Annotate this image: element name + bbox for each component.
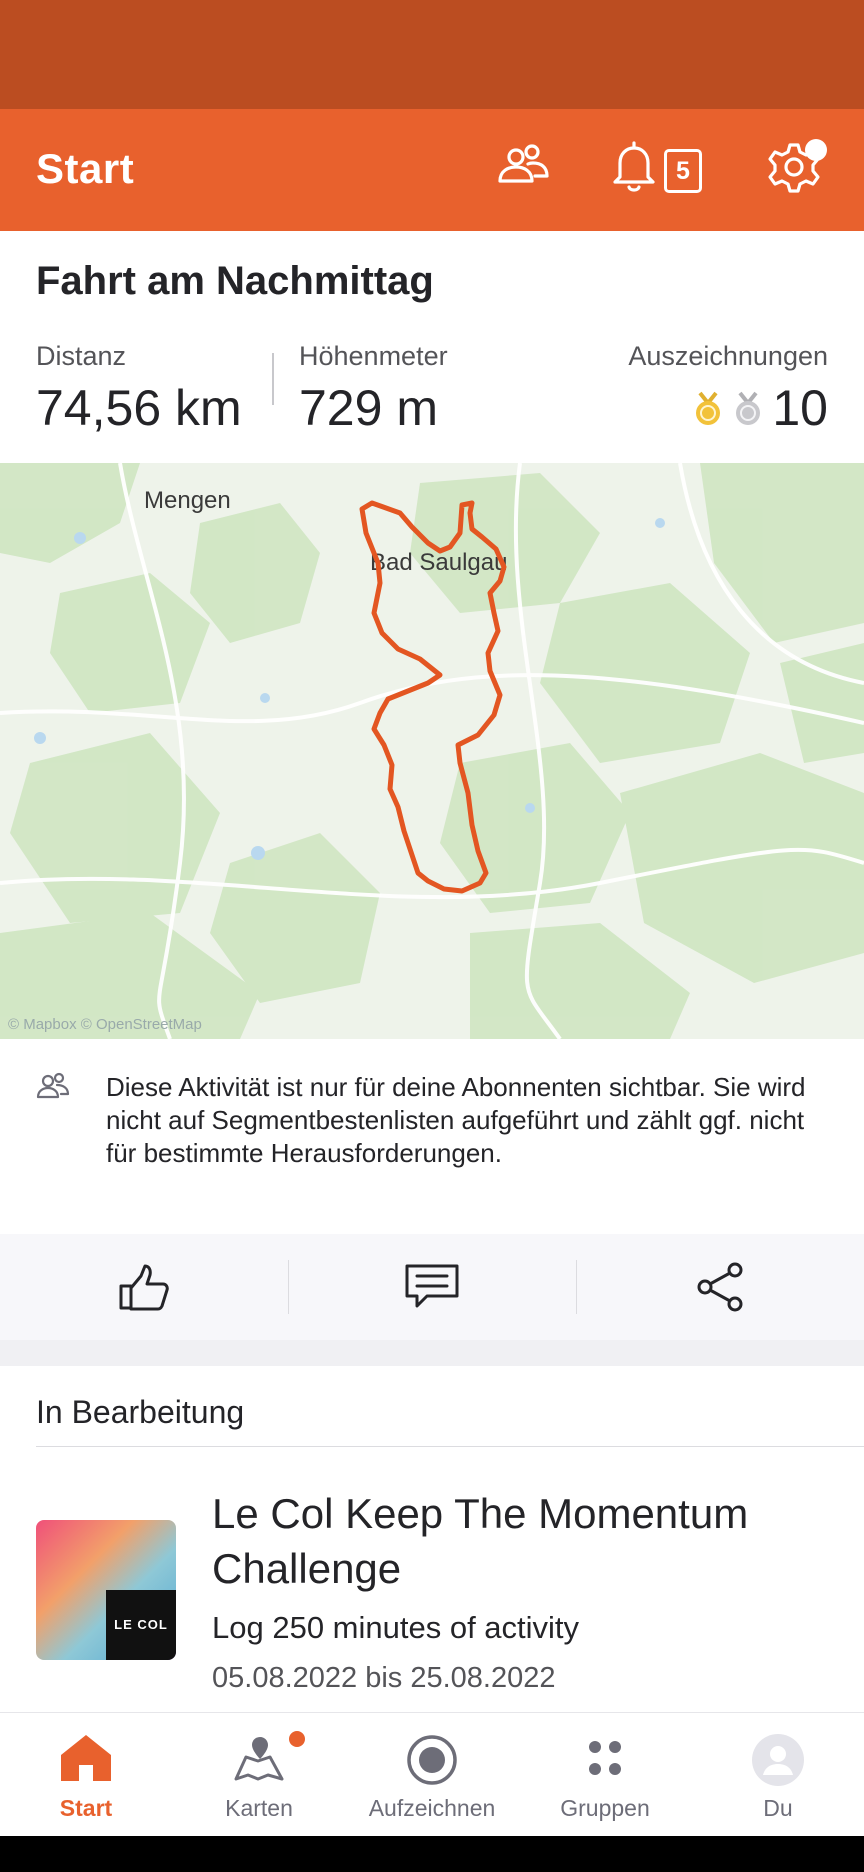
stat-distance-label: Distanz xyxy=(36,341,127,371)
activity-map[interactable]: Mengen Bad Saulgau © Mapbox © OpenStreet… xyxy=(0,463,864,1039)
stat-distance-value: 74,56 km xyxy=(36,380,242,436)
share-icon xyxy=(697,1262,743,1312)
stat-divider xyxy=(272,353,274,405)
record-icon xyxy=(407,1735,457,1785)
challenge-logo[interactable]: LE COL xyxy=(36,1520,176,1660)
home-icon xyxy=(61,1735,111,1781)
silver-medal-icon xyxy=(736,391,760,425)
activity-actions xyxy=(0,1234,864,1340)
groups-icon xyxy=(589,1741,621,1775)
stat-achievements-label: Auszeichnungen xyxy=(628,341,828,371)
stat-elevation-label: Höhenmeter xyxy=(299,341,448,371)
privacy-notice-text: Diese Aktivität ist nur für deine Abonne… xyxy=(106,1072,806,1168)
gold-medal-icon xyxy=(696,391,720,425)
notification-count-badge[interactable]: 5 xyxy=(664,149,702,193)
tab-label-gruppen: Gruppen xyxy=(560,1795,650,1821)
challenge-dates: 05.08.2022 bis 25.08.2022 xyxy=(212,1662,556,1694)
tab-aufzeichnen[interactable]: Aufzeichnen xyxy=(346,1713,518,1837)
activity-title[interactable]: Fahrt am Nachmittag xyxy=(36,259,434,304)
route-polyline xyxy=(359,500,507,894)
stat-achievements-value: 10 xyxy=(772,380,828,436)
tab-gruppen[interactable]: Gruppen xyxy=(519,1713,691,1837)
section-divider xyxy=(36,1446,864,1447)
map-attribution[interactable]: © Mapbox © OpenStreetMap xyxy=(8,1016,202,1033)
share-button[interactable] xyxy=(576,1234,864,1340)
status-bar xyxy=(0,0,864,109)
bottom-tab-bar: Start Karten Aufzeichnen Gruppen Du xyxy=(0,1712,864,1836)
tab-label-aufzeichnen: Aufzeichnen xyxy=(368,1795,496,1821)
tab-label-du: Du xyxy=(763,1795,793,1821)
challenge-name[interactable]: Le Col Keep The Momentum Challenge xyxy=(212,1486,832,1596)
followers-icon xyxy=(36,1072,70,1099)
tab-du[interactable]: Du xyxy=(692,1713,864,1837)
stat-elevation-value: 729 m xyxy=(299,380,438,436)
notifications-bell-icon[interactable] xyxy=(608,137,660,197)
privacy-notice: Diese Aktivität ist nur für deine Abonne… xyxy=(0,1039,864,1234)
settings-notification-dot xyxy=(805,139,827,161)
le-col-logo: LE COL xyxy=(106,1590,176,1660)
system-nav-bar xyxy=(0,1836,864,1872)
comment-icon xyxy=(405,1264,459,1308)
tab-label-karten: Karten xyxy=(225,1795,293,1821)
thumbs-up-icon xyxy=(119,1264,169,1311)
comment-button[interactable] xyxy=(288,1234,576,1340)
tab-karten[interactable]: Karten xyxy=(173,1713,345,1837)
app-header: Start 5 xyxy=(0,109,864,231)
tab-start[interactable]: Start xyxy=(0,1713,172,1837)
friends-icon[interactable] xyxy=(494,137,552,195)
section-gap xyxy=(0,1340,864,1366)
maps-notification-dot xyxy=(289,1731,305,1747)
challenge-goal: Log 250 minutes of activity xyxy=(212,1610,580,1645)
profile-icon xyxy=(752,1734,804,1786)
in-progress-heading: In Bearbeitung xyxy=(36,1394,245,1430)
page-title: Start xyxy=(36,145,135,192)
kudos-button[interactable] xyxy=(0,1234,288,1340)
tab-label-start: Start xyxy=(59,1795,113,1821)
maps-icon xyxy=(234,1737,284,1781)
